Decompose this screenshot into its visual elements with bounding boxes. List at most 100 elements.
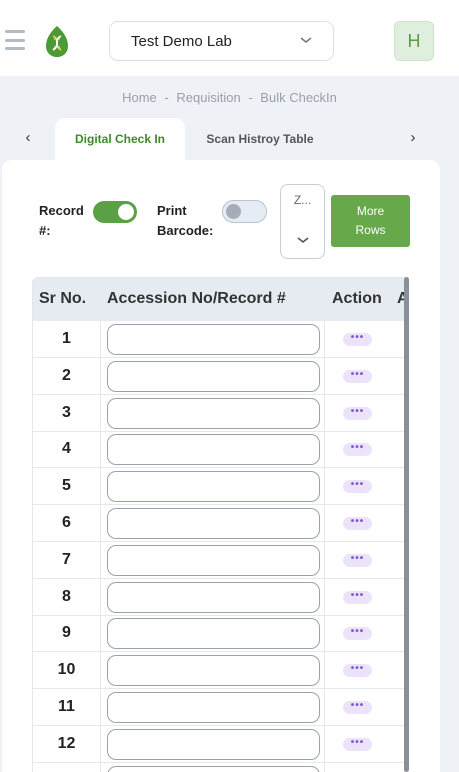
column-divider bbox=[324, 652, 325, 690]
sr-number: 13 bbox=[33, 763, 100, 772]
table-row: 10 ••• bbox=[33, 652, 408, 690]
column-divider bbox=[100, 615, 101, 653]
sr-number: 9 bbox=[62, 624, 71, 642]
more-actions-icon[interactable]: ••• bbox=[343, 553, 372, 567]
accession-input[interactable] bbox=[107, 618, 320, 650]
more-actions-icon[interactable]: ••• bbox=[343, 406, 372, 420]
column-divider bbox=[324, 468, 325, 506]
accession-input[interactable] bbox=[107, 434, 320, 466]
chevron-down-icon bbox=[297, 237, 309, 244]
more-actions-icon[interactable]: ••• bbox=[343, 517, 372, 530]
accession-input[interactable] bbox=[107, 581, 320, 613]
header-sr-no: Sr No. bbox=[39, 290, 87, 307]
column-divider bbox=[100, 431, 101, 469]
table-header: Sr No. Accession No/Record # Action A bbox=[33, 277, 408, 321]
breadcrumb-separator: - bbox=[164, 90, 169, 105]
table-scrollbar[interactable] bbox=[404, 277, 409, 772]
more-actions-icon[interactable]: ••• bbox=[343, 664, 372, 678]
more-actions-icon[interactable]: ••• bbox=[343, 333, 372, 346]
sr-number: 8 bbox=[62, 587, 71, 605]
column-divider bbox=[100, 468, 101, 506]
column-divider bbox=[324, 689, 325, 726]
column-divider bbox=[324, 725, 325, 763]
accession-input[interactable] bbox=[107, 471, 320, 503]
toggle-knob bbox=[226, 204, 241, 219]
sr-number: 3 bbox=[62, 403, 71, 421]
accession-input[interactable] bbox=[107, 508, 320, 539]
more-actions-icon[interactable]: ••• bbox=[343, 443, 372, 457]
sr-number: 7 bbox=[62, 550, 71, 568]
column-divider bbox=[100, 689, 101, 726]
column-divider bbox=[324, 357, 325, 395]
tab-digital-check-in[interactable]: Digital Check In bbox=[55, 118, 185, 160]
user-avatar[interactable]: H bbox=[394, 21, 434, 61]
column-divider bbox=[100, 357, 101, 395]
zone-select[interactable]: Z... bbox=[280, 184, 325, 259]
table-row: 3 ••• bbox=[33, 394, 408, 432]
sr-number: 5 bbox=[62, 477, 71, 495]
column-divider bbox=[100, 652, 101, 690]
accession-input[interactable] bbox=[107, 544, 320, 576]
table-row: 2 ••• bbox=[33, 357, 408, 395]
column-divider bbox=[100, 725, 101, 763]
more-actions-icon[interactable]: ••• bbox=[343, 369, 372, 383]
table-row: 6 ••• bbox=[33, 505, 408, 542]
hamburger-menu-icon[interactable] bbox=[5, 30, 25, 50]
sr-number: 12 bbox=[57, 734, 76, 752]
more-actions-icon[interactable]: ••• bbox=[343, 590, 372, 604]
accession-input[interactable] bbox=[107, 360, 320, 392]
breadcrumb-bulk-checkin: Bulk CheckIn bbox=[260, 90, 337, 105]
table-row: 9 ••• bbox=[33, 615, 408, 653]
table-row: 8 ••• bbox=[33, 578, 408, 616]
lab-name: Test Demo Lab bbox=[131, 32, 232, 50]
table-row: 7 ••• bbox=[33, 541, 408, 579]
more-actions-icon[interactable]: ••• bbox=[343, 480, 372, 494]
table-row: 5 ••• bbox=[33, 468, 408, 506]
chevron-right-icon[interactable]: › bbox=[403, 128, 423, 148]
more-actions-icon[interactable]: ••• bbox=[343, 701, 372, 714]
accession-input[interactable] bbox=[107, 765, 320, 772]
accession-input[interactable] bbox=[107, 324, 320, 355]
accession-input[interactable] bbox=[107, 397, 320, 429]
accession-input[interactable] bbox=[107, 692, 320, 723]
sr-number: 10 bbox=[57, 661, 76, 679]
sr-number: 11 bbox=[58, 698, 75, 715]
zone-select-value: Z... bbox=[293, 193, 312, 207]
column-divider bbox=[324, 394, 325, 432]
checkin-table: Sr No. Accession No/Record # Action A 1 •… bbox=[32, 277, 408, 772]
tab-scan-history-table[interactable]: Scan Histroy Table bbox=[190, 118, 330, 160]
column-divider bbox=[324, 541, 325, 579]
more-rows-button[interactable]: More Rows bbox=[331, 195, 410, 247]
column-divider bbox=[324, 431, 325, 469]
dna-logo-icon[interactable] bbox=[43, 24, 71, 58]
sr-number: 2 bbox=[62, 366, 71, 384]
table-row: 12 ••• bbox=[33, 725, 408, 763]
column-divider bbox=[100, 321, 101, 358]
print-barcode-toggle[interactable] bbox=[222, 200, 267, 223]
header-action: Action bbox=[332, 290, 382, 307]
column-divider bbox=[324, 615, 325, 653]
breadcrumb-home[interactable]: Home bbox=[122, 90, 157, 105]
more-actions-icon[interactable]: ••• bbox=[343, 627, 372, 641]
column-divider bbox=[100, 505, 101, 542]
accession-input[interactable] bbox=[107, 728, 320, 760]
table-row: 1 ••• bbox=[33, 321, 408, 358]
tabs-bar: ‹ Digital Check In Scan Histroy Table › bbox=[0, 118, 459, 160]
accession-input[interactable] bbox=[107, 655, 320, 687]
sr-number: 4 bbox=[62, 440, 71, 458]
table-row: 4 ••• bbox=[33, 431, 408, 469]
header-accession: Accession No/Record # bbox=[107, 290, 286, 307]
record-toggle[interactable] bbox=[93, 201, 137, 223]
app-header: Test Demo Lab H bbox=[0, 0, 459, 76]
sr-number: 6 bbox=[62, 514, 71, 531]
print-barcode-label: Print Barcode: bbox=[157, 203, 214, 238]
breadcrumb-requisition[interactable]: Requisition bbox=[176, 90, 240, 105]
more-actions-icon[interactable]: ••• bbox=[343, 737, 372, 751]
sr-number: 1 bbox=[62, 330, 71, 347]
chevron-left-icon[interactable]: ‹ bbox=[18, 128, 38, 148]
column-divider bbox=[324, 321, 325, 358]
breadcrumb: Home - Requisition - Bulk CheckIn bbox=[0, 90, 459, 105]
lab-selector[interactable]: Test Demo Lab bbox=[109, 21, 334, 61]
record-label: Record #: bbox=[39, 203, 84, 238]
toggle-knob bbox=[118, 204, 134, 220]
